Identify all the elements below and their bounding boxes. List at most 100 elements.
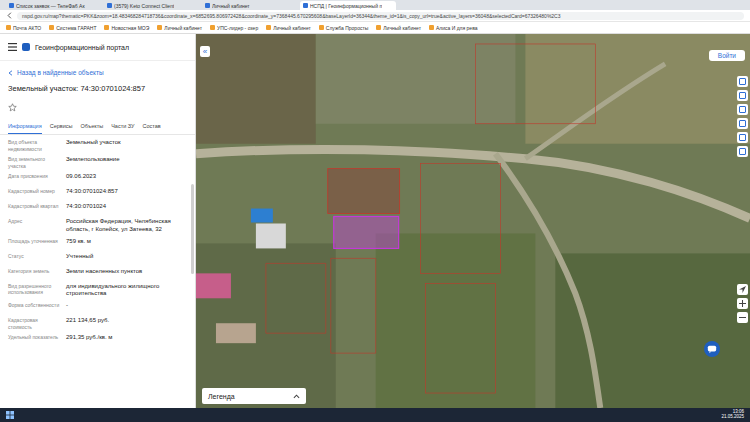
- field-label: Вид разрешенного использования: [8, 283, 60, 299]
- panel-tab[interactable]: Информация: [8, 120, 42, 134]
- field-label: Категория земель: [8, 268, 60, 279]
- field-row: Вид земельного участка Землепользование: [8, 156, 187, 169]
- layers-icon[interactable]: [737, 76, 748, 87]
- address-bar: nspd.gov.ru/map?thematic=PKK&zoom=18.483…: [0, 10, 750, 22]
- print-icon[interactable]: [737, 118, 748, 129]
- star-icon[interactable]: [8, 103, 17, 112]
- browser-tab[interactable]: (3579) Keto Connect Client: [104, 1, 200, 10]
- screen: Список заявок — ТелеФаб Ак(3579) Keto Co…: [0, 0, 750, 422]
- bookmark-icon: [266, 25, 271, 30]
- field-label: Вид земельного участка: [8, 156, 60, 169]
- favicon-icon: [9, 3, 14, 8]
- field-value: 09.06.2023: [66, 173, 187, 184]
- bookmark-icon: [376, 25, 381, 30]
- back-arrow-icon[interactable]: [6, 12, 13, 19]
- bookmark-icon: [104, 25, 109, 30]
- menu-icon[interactable]: [8, 43, 17, 51]
- search-icon[interactable]: [737, 90, 748, 101]
- field-label: Кадастровый квартал: [8, 203, 60, 214]
- field-row: АдресРоссийская Федерация, Челябинская о…: [8, 218, 187, 234]
- field-value: Земельный участок: [66, 139, 187, 152]
- field-row: Удельный показатель291,35 руб./кв. м: [8, 334, 187, 345]
- bookmark[interactable]: Новостная МОЭ: [104, 25, 149, 31]
- panel-tabs: Информация Сервисы Объекты Части ЗУ Состав: [0, 116, 195, 135]
- aerial-imagery: [196, 34, 750, 408]
- map-nav-toolbar: [737, 284, 748, 323]
- url-field[interactable]: nspd.gov.ru/map?thematic=PKK&zoom=18.483…: [17, 12, 744, 20]
- ruler-icon[interactable]: [737, 104, 748, 115]
- field-value: 74:30:0701024: [66, 203, 187, 214]
- field-row: Кадастровый номер 74:30:0701024:857: [8, 188, 187, 199]
- legend-panel[interactable]: Легенда: [202, 388, 306, 404]
- field-label: Кадастровый номер: [8, 188, 60, 199]
- windows-start-icon[interactable]: [6, 411, 14, 419]
- field-label: Кадастровая стоимость: [8, 317, 60, 330]
- field-list: Вид объекта недвижимости Земельный участо…: [0, 135, 195, 349]
- field-label: Форма собственности: [8, 302, 60, 313]
- panel-tab[interactable]: Сервисы: [50, 120, 73, 134]
- clock[interactable]: 13:0621.05.2025: [721, 410, 744, 420]
- field-row: Кадастровый квартал 74:30:0701024: [8, 203, 187, 214]
- back-link[interactable]: Назад в найденные объекты: [0, 61, 195, 80]
- field-row: Категория земель Земли населенных пунктов: [8, 268, 187, 279]
- browser-tab[interactable]: НСПД | Геоинформационный п: [300, 1, 396, 10]
- bookmark[interactable]: Личный кабинет: [266, 25, 311, 31]
- field-row: Вид разрешенного использования для индиви…: [8, 283, 187, 299]
- bookmark[interactable]: Система ГАРАНТ: [49, 25, 96, 31]
- field-value: Земли населенных пунктов: [66, 268, 187, 279]
- login-button[interactable]: Войти: [709, 50, 745, 61]
- share-icon[interactable]: [737, 146, 748, 157]
- plus-icon[interactable]: [737, 298, 748, 309]
- chevron-up-icon: [293, 394, 300, 399]
- field-value: 759 кв. м: [66, 238, 187, 249]
- favicon-icon: [107, 3, 112, 8]
- minus-icon[interactable]: [737, 312, 748, 323]
- bookmark-icon: [6, 25, 11, 30]
- bookmark-icon: [157, 25, 162, 30]
- info-panel: Геоинформационный портал Назад в найденны…: [0, 34, 196, 408]
- field-label: Адрес: [8, 218, 60, 234]
- selected-parcel[interactable]: [334, 217, 399, 249]
- locate-icon[interactable]: [737, 284, 748, 295]
- chat-icon[interactable]: [704, 341, 720, 357]
- field-row: Площадь уточненная 759 кв. м: [8, 238, 187, 249]
- bookmark[interactable]: Служба Проросты: [319, 25, 369, 31]
- field-value: Учтенный: [66, 253, 187, 264]
- map[interactable]: « Войти Легенда: [196, 34, 750, 408]
- portal-title: Геоинформационный портал: [35, 44, 129, 51]
- panel-tab[interactable]: Состав: [143, 120, 161, 134]
- browser-tab[interactable]: Список заявок — ТелеФаб Ак: [6, 1, 102, 10]
- field-value: 291,35 руб./кв. м: [66, 334, 187, 345]
- bookmarks-bar: Почта АКТО Система ГАРАНТ Новостная МОЭ Лич…: [0, 22, 750, 34]
- field-value: для индивидуального жилищного строительс…: [66, 283, 187, 299]
- panel-tab[interactable]: Части ЗУ: [111, 120, 134, 134]
- field-label: Дата присвоения: [8, 173, 60, 184]
- info-icon[interactable]: [737, 132, 748, 143]
- browser-tab[interactable]: Личный кабинет: [202, 1, 298, 10]
- chevron-left-icon: [8, 70, 13, 76]
- field-row: Кадастровая стоимость221 134,65 руб.: [8, 317, 187, 330]
- bookmark[interactable]: Личный кабинет: [376, 25, 421, 31]
- bookmark-icon: [319, 25, 324, 30]
- field-value: Землепользование: [66, 156, 187, 169]
- bookmark[interactable]: Почта АКТО: [6, 25, 41, 31]
- panel-header: Геоинформационный портал: [0, 34, 195, 61]
- browser-tab-bar: Список заявок — ТелеФаб Ак(3579) Keto Co…: [0, 0, 750, 10]
- field-row: Дата присвоения 09.06.2023: [8, 173, 187, 184]
- bookmark[interactable]: Личный кабинет: [157, 25, 202, 31]
- bookmark[interactable]: УПС-лидер - озер: [210, 25, 258, 31]
- collapse-button[interactable]: «: [200, 46, 210, 57]
- logo-icon: [22, 43, 30, 51]
- panel-tab[interactable]: Объекты: [80, 120, 103, 134]
- field-value: 74:30:0701024:857: [66, 188, 187, 199]
- scrollbar[interactable]: [191, 184, 194, 274]
- bookmark-icon: [429, 25, 434, 30]
- field-row: Вид объекта недвижимости Земельный участо…: [8, 139, 187, 152]
- field-label: Площадь уточненная: [8, 238, 60, 249]
- bookmark[interactable]: Алиса И для рева: [429, 25, 478, 31]
- bookmark-icon: [210, 25, 215, 30]
- field-label: Статус: [8, 253, 60, 264]
- favicon-icon: [205, 3, 210, 8]
- taskbar: 13:0621.05.2025: [0, 408, 750, 422]
- field-label: Вид объекта недвижимости: [8, 139, 60, 152]
